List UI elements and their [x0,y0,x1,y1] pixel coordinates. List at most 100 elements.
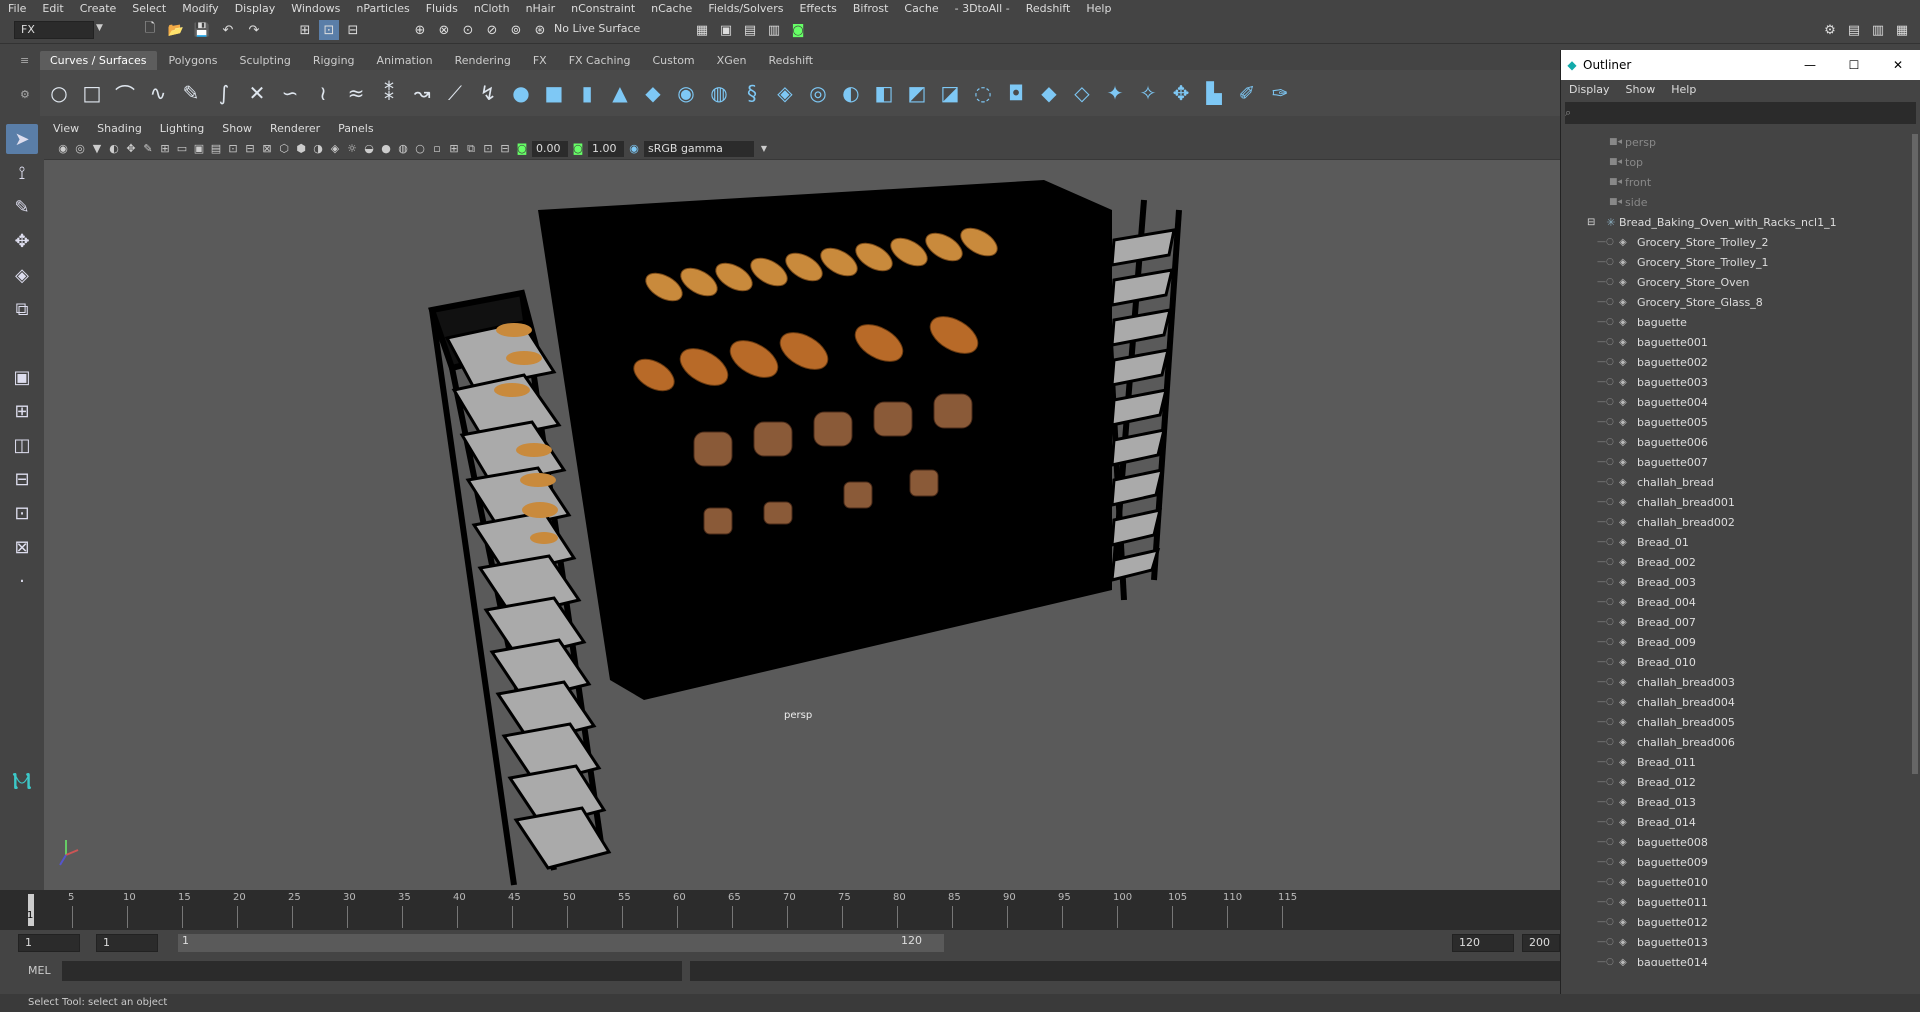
select-tool-icon[interactable]: ➤ [6,124,38,154]
single-perspective-icon[interactable]: ▣ [6,362,38,392]
channel-box-icon[interactable]: ▦ [1892,20,1912,40]
playback-end-field[interactable]: 120 [1452,934,1514,952]
outliner-item-row[interactable]: —○ ◈ Grocery_Store_Glass_8 [1561,292,1920,312]
intersect-icon[interactable]: ◌ [970,80,996,106]
attach-surface-icon[interactable]: ✦ [1102,80,1128,106]
textured-icon[interactable]: ◈ [328,142,342,156]
depth-of-field-icon[interactable]: ▫ [430,142,444,156]
save-scene-icon[interactable]: 💾 [192,20,212,40]
menu-item[interactable]: Select [124,0,174,18]
shelf-tab[interactable]: Animation [366,50,443,70]
panel-menu-item[interactable]: View [44,120,88,138]
outliner-item-row[interactable]: —○ ◈ Bread_002 [1561,552,1920,572]
image-plane-icon[interactable]: ◐ [107,142,121,156]
select-hierarchy-icon[interactable]: ⊞ [295,20,315,40]
hypershade-icon[interactable]: ◙ [788,20,808,40]
outliner-menu-item[interactable]: Help [1663,81,1704,99]
curve-extend-icon[interactable]: ⟋ [442,80,468,106]
color-management-icon[interactable]: ◉ [627,142,641,156]
select-object-icon[interactable]: ⊡ [319,20,339,40]
outliner-item-row[interactable]: —○ ◈ baguette011 [1561,892,1920,912]
menu-item[interactable]: nHair [518,0,564,18]
nurbs-torus-icon[interactable]: ◉ [673,80,699,106]
layout-script-icon[interactable]: ⊠ [6,532,38,562]
isolate-select-icon[interactable]: ⊞ [447,142,461,156]
curve-offset-icon[interactable]: ⁑ [376,80,402,106]
outliner-camera-row[interactable]: ■◂ top [1561,152,1920,172]
gamma-field[interactable]: 1.00 [588,140,624,157]
loft-icon[interactable]: § [739,80,765,106]
render-view-icon[interactable]: ▦ [692,20,712,40]
outliner-item-row[interactable]: —○ ◈ baguette005 [1561,412,1920,432]
gamma-icon[interactable]: ◙ [571,142,585,156]
shelf-tab[interactable]: Rigging [302,50,365,70]
safe-action-icon[interactable]: ⊟ [243,142,257,156]
collapse-icon[interactable]: ⊟ [1587,217,1603,228]
gate-mask-icon[interactable]: ▤ [209,142,223,156]
revolve-icon[interactable]: ◍ [706,80,732,106]
menu-item[interactable]: Modify [174,0,226,18]
outliner-menu-item[interactable]: Display [1561,81,1618,99]
outliner-item-row[interactable]: —○ ◈ Bread_014 [1561,812,1920,832]
menu-item[interactable]: Cache [896,0,946,18]
end-time-field[interactable]: 200 [1522,934,1560,952]
outliner-item-row[interactable]: —○ ◈ Bread_013 [1561,792,1920,812]
close-icon[interactable]: ✕ [1876,58,1920,72]
outliner-root-row[interactable]: ⊟ ✳ Bread_Baking_Oven_with_Racks_ncl1_1 [1561,212,1920,232]
ipr-render-icon[interactable]: ▤ [740,20,760,40]
curve-attach-icon[interactable]: ∽ [277,80,303,106]
menu-item[interactable]: Effects [791,0,844,18]
shelf-tab[interactable]: Sculpting [229,50,301,70]
outliner-item-row[interactable]: —○ ◈ baguette006 [1561,432,1920,452]
shadows-icon[interactable]: ◒ [362,142,376,156]
start-time-field[interactable]: 1 [18,934,80,952]
outliner-item-row[interactable]: —○ ◈ challah_bread006 [1561,732,1920,752]
boundary-icon[interactable]: ◧ [871,80,897,106]
nurbs-circle-icon[interactable]: ○ [46,80,72,106]
birail-icon[interactable]: ◐ [838,80,864,106]
curve-edit-icon[interactable]: ✕ [244,80,270,106]
outliner-item-row[interactable]: —○ ◈ Bread_003 [1561,572,1920,592]
shelf-tab[interactable]: XGen [706,50,757,70]
menu-item[interactable]: Windows [283,0,348,18]
outliner-item-row[interactable]: —○ ◈ baguette010 [1561,872,1920,892]
render-current-icon[interactable]: ▣ [716,20,736,40]
redo-icon[interactable]: ↷ [244,20,264,40]
outliner-item-row[interactable]: —○ ◈ challah_bread005 [1561,712,1920,732]
outliner-item-row[interactable]: —○ ◈ challah_bread004 [1561,692,1920,712]
magnet-icon[interactable]: ⊛ [530,20,550,40]
grease-pencil-icon[interactable]: ✎ [141,142,155,156]
menu-item[interactable]: - 3DtoAll - [947,0,1018,18]
move-tool-icon[interactable]: ✥ [6,226,38,256]
hypershade-layout-icon[interactable]: ⊡ [6,498,38,528]
rebuild-surface-icon[interactable]: ✑ [1267,80,1293,106]
new-scene-icon[interactable]: 🗋 [140,20,160,40]
outliner-scrollbar[interactable] [1912,134,1918,774]
snap-surface-icon[interactable]: ⊚ [506,20,526,40]
curve-reverse-icon[interactable]: ↯ [475,80,501,106]
bookmark-icon[interactable]: ▼ [90,142,104,156]
menu-item[interactable]: Bifrost [845,0,897,18]
command-input[interactable] [62,961,682,981]
nurbs-sphere-icon[interactable]: ● [508,80,534,106]
outliner-item-row[interactable]: —○ ◈ baguette003 [1561,372,1920,392]
chevron-down-icon[interactable]: ▼ [757,142,771,156]
curve-fillet-icon[interactable]: ↝ [409,80,435,106]
exposure-icon[interactable]: ◙ [515,142,529,156]
outliner-item-row[interactable]: —○ ◈ Bread_011 [1561,752,1920,772]
ep-curve-icon[interactable]: ∿ [145,80,171,106]
select-component-icon[interactable]: ⊟ [343,20,363,40]
outliner-item-row[interactable]: —○ ◈ baguette002 [1561,352,1920,372]
color-space-dropdown[interactable]: sRGB gamma [644,140,754,157]
more-layouts-icon[interactable]: · [6,566,38,596]
viewport-persp[interactable]: persp [44,160,1560,890]
shelf-tab[interactable]: FX [522,50,557,70]
align-surface-icon[interactable]: ✥ [1168,80,1194,106]
menu-item[interactable]: Display [227,0,284,18]
outliner-item-row[interactable]: —○ ◈ Bread_009 [1561,632,1920,652]
outliner-item-row[interactable]: —○ ◈ baguette012 [1561,912,1920,932]
camera-attr-icon[interactable]: ◎ [73,142,87,156]
chevron-down-icon[interactable]: ▼ [96,23,103,33]
insert-isoparm-icon[interactable]: ✐ [1234,80,1260,106]
menu-item[interactable]: File [0,0,34,18]
